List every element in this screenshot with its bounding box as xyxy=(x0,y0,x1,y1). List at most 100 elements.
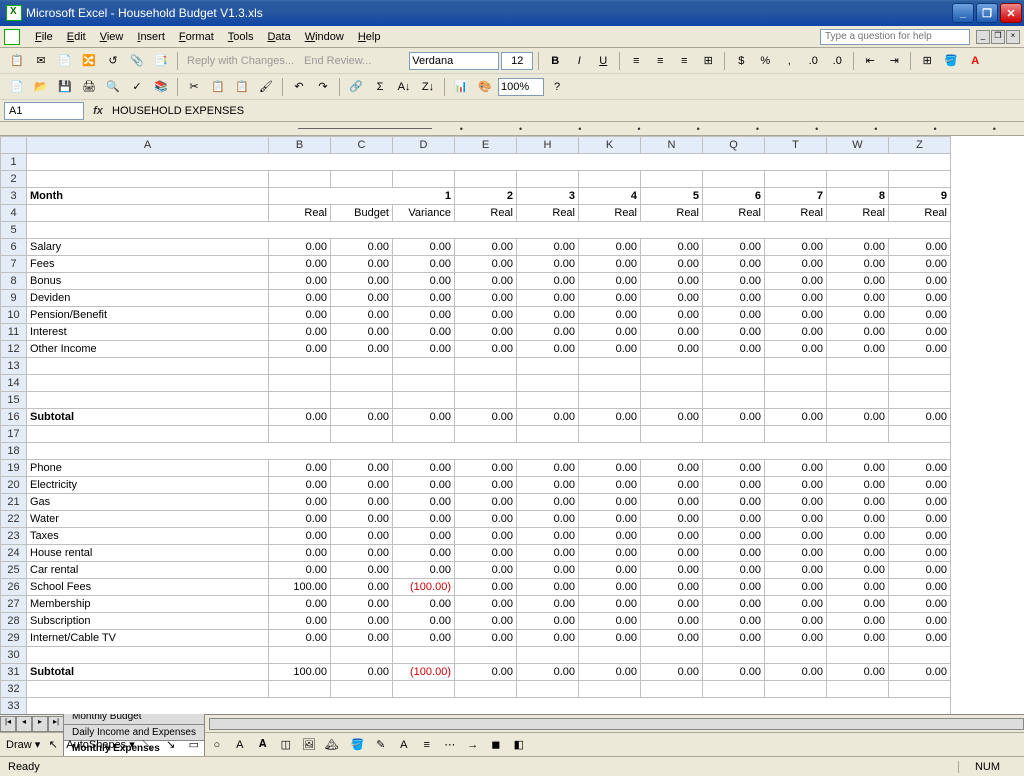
data-cell[interactable]: 0.00 xyxy=(393,307,455,324)
data-cell[interactable]: 0.00 xyxy=(827,477,889,494)
chart-button[interactable]: 📊 xyxy=(450,76,472,98)
cell[interactable] xyxy=(827,375,889,392)
column-header[interactable]: H xyxy=(517,137,579,154)
cell[interactable] xyxy=(331,171,393,188)
cell[interactable] xyxy=(579,358,641,375)
data-cell[interactable]: 0.00 xyxy=(393,256,455,273)
rectangle-icon[interactable]: ▭ xyxy=(184,735,204,755)
menu-view[interactable]: View xyxy=(93,29,131,45)
cell[interactable] xyxy=(827,171,889,188)
data-cell[interactable]: (100.00) xyxy=(393,579,455,596)
data-cell[interactable]: 0.00 xyxy=(641,630,703,647)
copy-button[interactable]: 📋 xyxy=(207,76,229,98)
data-cell[interactable]: 0.00 xyxy=(703,290,765,307)
data-cell[interactable]: 0.00 xyxy=(889,562,951,579)
draw-menu[interactable]: Draw ▾ xyxy=(6,738,40,751)
data-cell[interactable]: 0.00 xyxy=(765,545,827,562)
data-cell[interactable]: 0.00 xyxy=(269,460,331,477)
data-cell[interactable]: 0.00 xyxy=(827,290,889,307)
select-icon[interactable]: ↖ xyxy=(43,735,63,755)
spreadsheet-grid[interactable]: ABCDEHKNQTWZ1HOUSEHOLD EXPENSES23Month12… xyxy=(0,136,1024,714)
data-cell[interactable]: 0.00 xyxy=(703,511,765,528)
cell[interactable]: Real xyxy=(269,205,331,222)
menu-help[interactable]: Help xyxy=(351,29,388,45)
cell[interactable] xyxy=(765,426,827,443)
data-cell[interactable]: 0.00 xyxy=(889,477,951,494)
data-cell[interactable]: 0.00 xyxy=(641,562,703,579)
data-cell[interactable]: 0.00 xyxy=(269,494,331,511)
data-cell[interactable]: 0.00 xyxy=(269,545,331,562)
shadow-icon[interactable]: ◼ xyxy=(486,735,506,755)
data-cell[interactable]: 0.00 xyxy=(641,596,703,613)
column-header[interactable]: D xyxy=(393,137,455,154)
data-cell[interactable]: 0.00 xyxy=(269,477,331,494)
data-cell[interactable]: 0.00 xyxy=(889,545,951,562)
column-header[interactable]: N xyxy=(641,137,703,154)
tool-icon[interactable]: 📄 xyxy=(54,50,76,72)
data-cell[interactable]: 0.00 xyxy=(269,290,331,307)
cell[interactable]: Real xyxy=(455,205,517,222)
row-label[interactable]: Salary xyxy=(27,239,269,256)
cell[interactable] xyxy=(827,426,889,443)
3d-icon[interactable]: ◧ xyxy=(509,735,529,755)
redo-button[interactable]: ↷ xyxy=(312,76,334,98)
cell[interactable]: Real xyxy=(641,205,703,222)
subtotal-cell[interactable]: (100.00) xyxy=(393,664,455,681)
data-cell[interactable]: 0.00 xyxy=(331,562,393,579)
data-cell[interactable]: 0.00 xyxy=(889,630,951,647)
row-label[interactable]: House rental xyxy=(27,545,269,562)
data-cell[interactable]: 0.00 xyxy=(765,528,827,545)
merge-button[interactable]: ⊞ xyxy=(697,50,719,72)
doc-minimize-button[interactable]: _ xyxy=(976,30,990,44)
wordart-icon[interactable]: 𝐀 xyxy=(253,735,273,755)
data-cell[interactable]: 0.00 xyxy=(269,341,331,358)
data-cell[interactable]: 0.00 xyxy=(269,630,331,647)
oval-icon[interactable]: ○ xyxy=(207,735,227,755)
cell[interactable] xyxy=(641,392,703,409)
italic-button[interactable]: I xyxy=(568,50,590,72)
data-cell[interactable]: 0.00 xyxy=(889,579,951,596)
plus-icon[interactable]: • xyxy=(728,124,787,134)
row-header[interactable]: 6 xyxy=(1,239,27,256)
menu-edit[interactable]: Edit xyxy=(60,29,93,45)
data-cell[interactable]: 0.00 xyxy=(517,579,579,596)
minimize-button[interactable]: _ xyxy=(952,3,974,23)
data-cell[interactable]: 0.00 xyxy=(455,307,517,324)
cell[interactable]: 1 xyxy=(269,188,455,205)
column-header[interactable]: K xyxy=(579,137,641,154)
data-cell[interactable]: 0.00 xyxy=(455,256,517,273)
data-cell[interactable]: 0.00 xyxy=(579,511,641,528)
data-cell[interactable]: 0.00 xyxy=(641,256,703,273)
column-header[interactable]: C xyxy=(331,137,393,154)
data-cell[interactable]: 0.00 xyxy=(703,239,765,256)
cell[interactable] xyxy=(765,392,827,409)
data-cell[interactable]: 0.00 xyxy=(517,290,579,307)
data-cell[interactable]: 0.00 xyxy=(393,477,455,494)
cell[interactable] xyxy=(269,426,331,443)
picture-icon[interactable]: 🏔 xyxy=(322,735,342,755)
data-cell[interactable]: 0.00 xyxy=(765,307,827,324)
cell[interactable] xyxy=(517,426,579,443)
subtotal-cell[interactable]: 0.00 xyxy=(331,664,393,681)
data-cell[interactable]: 0.00 xyxy=(765,579,827,596)
data-cell[interactable]: 0.00 xyxy=(455,511,517,528)
data-cell[interactable]: 0.00 xyxy=(269,256,331,273)
subtotal-cell[interactable]: 0.00 xyxy=(579,409,641,426)
cell[interactable] xyxy=(765,171,827,188)
cell[interactable] xyxy=(27,681,269,698)
row-header[interactable]: 25 xyxy=(1,562,27,579)
cell[interactable] xyxy=(269,171,331,188)
align-center-button[interactable]: ≡ xyxy=(649,50,671,72)
cell[interactable] xyxy=(703,647,765,664)
data-cell[interactable]: 0.00 xyxy=(827,256,889,273)
increase-decimal-button[interactable]: .0 xyxy=(802,50,824,72)
autosum-button[interactable]: Σ xyxy=(369,76,391,98)
data-cell[interactable]: 0.00 xyxy=(641,511,703,528)
data-cell[interactable]: 0.00 xyxy=(765,630,827,647)
data-cell[interactable]: 0.00 xyxy=(579,239,641,256)
data-cell[interactable]: 0.00 xyxy=(827,613,889,630)
data-cell[interactable]: 0.00 xyxy=(703,273,765,290)
cell[interactable] xyxy=(703,171,765,188)
data-cell[interactable]: 0.00 xyxy=(517,256,579,273)
row-label[interactable]: Other Income xyxy=(27,341,269,358)
